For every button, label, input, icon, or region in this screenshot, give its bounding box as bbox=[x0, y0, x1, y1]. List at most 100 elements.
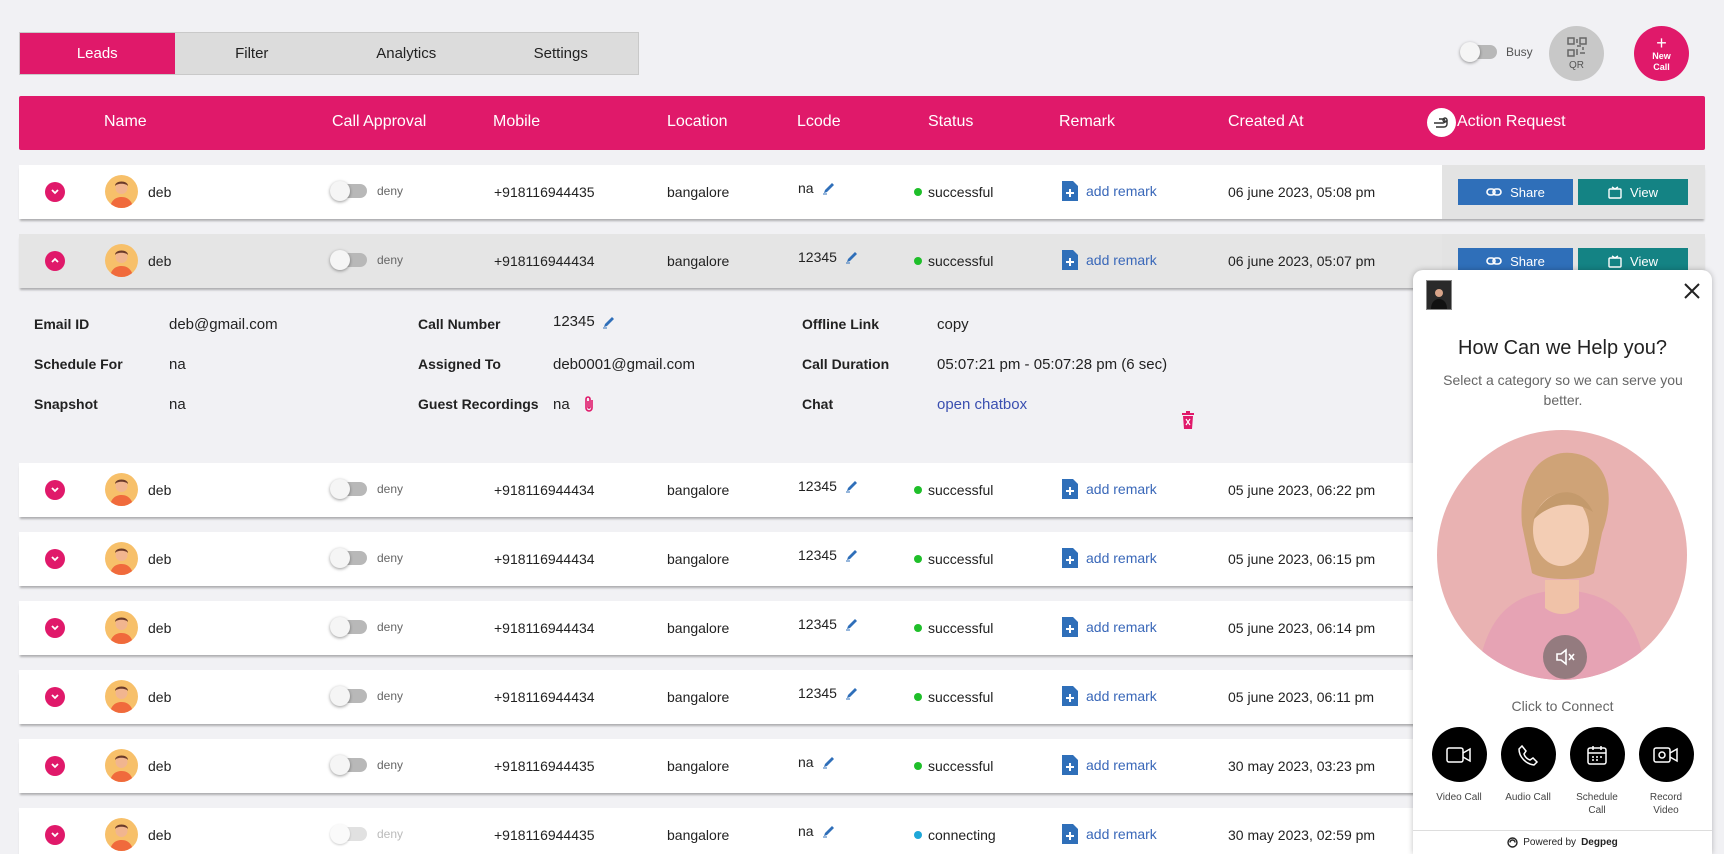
expand-row-icon[interactable] bbox=[45, 825, 65, 845]
remark-label: add remark bbox=[1086, 252, 1157, 268]
nav-tabs: Leads Filter Analytics Settings bbox=[19, 32, 639, 75]
new-call-button[interactable]: + New Call bbox=[1634, 26, 1689, 81]
approval-label: deny bbox=[377, 758, 404, 772]
approval-toggle[interactable] bbox=[330, 181, 367, 201]
approval-toggle[interactable] bbox=[330, 824, 367, 844]
approval-toggle[interactable] bbox=[330, 250, 367, 270]
edit-icon[interactable] bbox=[845, 479, 859, 493]
approval-toggle[interactable] bbox=[330, 617, 367, 637]
add-remark-link[interactable]: add remark bbox=[1062, 250, 1157, 270]
share-button[interactable]: Share bbox=[1458, 179, 1573, 205]
approval-toggle[interactable] bbox=[330, 755, 367, 775]
status-text: successful bbox=[928, 551, 994, 567]
call-number-label: Call Number bbox=[418, 316, 501, 332]
share-label: Share bbox=[1510, 253, 1545, 269]
collapse-row-icon[interactable] bbox=[45, 251, 65, 271]
tab-settings[interactable]: Settings bbox=[484, 33, 639, 74]
view-label: View bbox=[1630, 184, 1658, 200]
status-dot bbox=[914, 555, 922, 563]
add-remark-link[interactable]: add remark bbox=[1062, 548, 1157, 568]
remark-label: add remark bbox=[1086, 619, 1157, 635]
add-remark-link[interactable]: add remark bbox=[1062, 181, 1157, 201]
add-remark-link[interactable]: add remark bbox=[1062, 617, 1157, 637]
lcode-value: 12345 bbox=[798, 249, 837, 265]
offline-link-copy[interactable]: copy bbox=[937, 316, 969, 333]
mute-toggle[interactable] bbox=[1543, 635, 1587, 679]
approval-toggle[interactable] bbox=[330, 479, 367, 499]
add-remark-link[interactable]: add remark bbox=[1062, 686, 1157, 706]
delete-icon[interactable] bbox=[1181, 411, 1195, 429]
open-chatbox-link[interactable]: open chatbox bbox=[937, 396, 1027, 413]
video-call-label: Video Call bbox=[1436, 792, 1482, 803]
brand-logo bbox=[1426, 280, 1452, 310]
created-at: 06 june 2023, 05:08 pm bbox=[1228, 184, 1376, 200]
edit-icon[interactable] bbox=[845, 548, 859, 562]
created-at: 05 june 2023, 06:14 pm bbox=[1228, 620, 1376, 636]
expand-row-icon[interactable] bbox=[45, 549, 65, 569]
edit-call-number-icon[interactable] bbox=[602, 315, 616, 329]
remark-label: add remark bbox=[1086, 183, 1157, 199]
lead-lcode: na bbox=[798, 180, 836, 196]
edit-icon[interactable] bbox=[845, 250, 859, 264]
edit-icon[interactable] bbox=[822, 181, 836, 195]
action-request-cell: Share View bbox=[1442, 165, 1705, 219]
add-remark-link[interactable]: add remark bbox=[1062, 479, 1157, 499]
expand-row-icon[interactable] bbox=[45, 480, 65, 500]
expand-row-icon[interactable] bbox=[45, 182, 65, 202]
lead-lcode: 12345 bbox=[798, 685, 859, 701]
qr-button[interactable]: QR bbox=[1549, 26, 1604, 81]
avatar bbox=[105, 473, 138, 506]
approval-toggle[interactable] bbox=[330, 548, 367, 568]
lead-location: bangalore bbox=[667, 253, 730, 269]
edit-icon[interactable] bbox=[822, 824, 836, 838]
lead-lcode: 12345 bbox=[798, 249, 859, 265]
add-remark-link[interactable]: add remark bbox=[1062, 755, 1157, 775]
phone-icon bbox=[1518, 744, 1539, 766]
view-button[interactable]: View bbox=[1578, 179, 1688, 205]
tab-leads[interactable]: Leads bbox=[20, 33, 175, 74]
call-approval: deny bbox=[330, 755, 404, 775]
schedule-call-label-2: Call bbox=[1588, 805, 1606, 816]
close-icon[interactable] bbox=[1683, 282, 1701, 300]
edit-icon[interactable] bbox=[845, 617, 859, 631]
schedule-label: Schedule For bbox=[34, 356, 123, 372]
edit-icon[interactable] bbox=[822, 755, 836, 769]
status-dot bbox=[914, 762, 922, 770]
tab-analytics[interactable]: Analytics bbox=[329, 33, 484, 74]
lead-lcode: 12345 bbox=[798, 478, 859, 494]
lead-mobile: +918116944434 bbox=[494, 620, 595, 636]
col-mobile: Mobile bbox=[493, 113, 541, 130]
widget-title: How Can we Help you? bbox=[1458, 337, 1667, 359]
schedule-call-button[interactable]: Schedule Call bbox=[1567, 727, 1627, 817]
table-row[interactable]: deb deny +918116944435 bangalore na successfu… bbox=[19, 165, 1705, 219]
paperclip-icon[interactable] bbox=[583, 395, 595, 413]
status-badge: successful bbox=[914, 551, 993, 567]
expand-row-icon[interactable] bbox=[45, 618, 65, 638]
powered-by: Powered by Degpeg bbox=[1413, 830, 1712, 854]
tab-filter[interactable]: Filter bbox=[175, 33, 330, 74]
call-approval: deny bbox=[330, 824, 403, 844]
created-at: 05 june 2023, 06:15 pm bbox=[1228, 551, 1376, 567]
audio-call-button[interactable]: Audio Call bbox=[1498, 727, 1558, 804]
add-remark-link[interactable]: add remark bbox=[1062, 824, 1157, 844]
audio-call-label: Audio Call bbox=[1505, 792, 1551, 803]
edit-icon[interactable] bbox=[845, 686, 859, 700]
status-badge: successful bbox=[914, 184, 993, 200]
created-at: 30 may 2023, 02:59 pm bbox=[1228, 827, 1376, 843]
assigned-label: Assigned To bbox=[418, 356, 501, 372]
approval-toggle[interactable] bbox=[330, 686, 367, 706]
record-video-button[interactable]: Record Video bbox=[1636, 727, 1696, 817]
lead-lcode: 12345 bbox=[798, 547, 859, 563]
expand-row-icon[interactable] bbox=[45, 687, 65, 707]
busy-toggle[interactable] bbox=[1460, 42, 1497, 62]
call-number-value: 12345 bbox=[553, 313, 595, 330]
approval-label: deny bbox=[377, 184, 404, 198]
approval-label: deny bbox=[377, 482, 404, 496]
col-lcode: Lcode bbox=[797, 113, 841, 130]
guest-recordings-label: Guest Recordings bbox=[418, 396, 539, 412]
lcode-value: 12345 bbox=[798, 685, 837, 701]
add-note-icon bbox=[1062, 181, 1078, 201]
expand-row-icon[interactable] bbox=[45, 756, 65, 776]
video-call-button[interactable]: Video Call bbox=[1429, 727, 1489, 804]
lead-mobile: +918116944434 bbox=[494, 689, 595, 705]
